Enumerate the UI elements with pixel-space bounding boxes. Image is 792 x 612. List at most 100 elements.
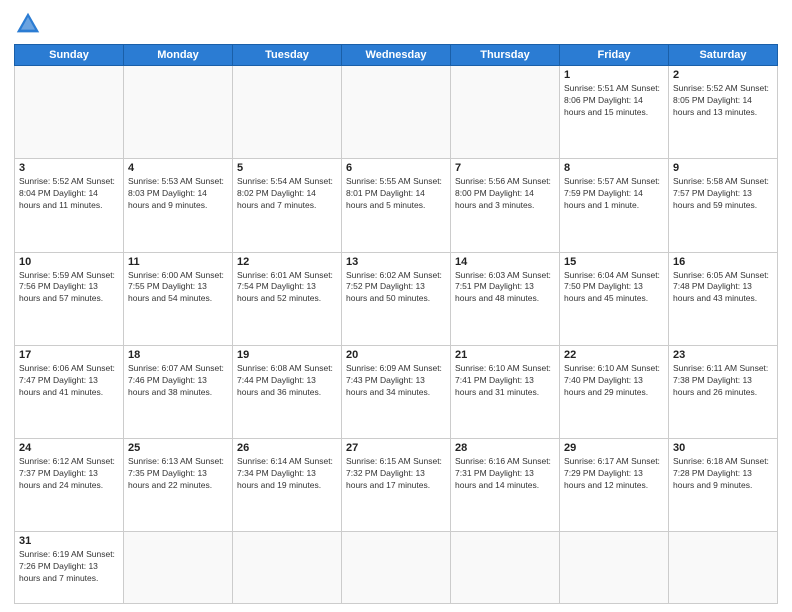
weekday-header-thursday: Thursday xyxy=(451,45,560,66)
calendar-cell: 6Sunrise: 5:55 AM Sunset: 8:01 PM Daylig… xyxy=(342,159,451,252)
calendar-week-row: 1Sunrise: 5:51 AM Sunset: 8:06 PM Daylig… xyxy=(15,66,778,159)
day-info: Sunrise: 6:10 AM Sunset: 7:40 PM Dayligh… xyxy=(564,363,664,399)
calendar-cell: 31 Sunrise: 6:19 AM Sunset: 7:26 PM Dayli… xyxy=(15,532,124,604)
day-info: Sunrise: 6:16 AM Sunset: 7:31 PM Dayligh… xyxy=(455,456,555,492)
calendar-cell: 15Sunrise: 6:04 AM Sunset: 7:50 PM Dayli… xyxy=(560,252,669,345)
calendar-cell: 25 Sunrise: 6:13 AM Sunset: 7:35 PM Dayli… xyxy=(124,439,233,532)
calendar-cell: 1Sunrise: 5:51 AM Sunset: 8:06 PM Daylig… xyxy=(560,66,669,159)
day-number: 21 xyxy=(455,349,555,361)
day-number: 16 xyxy=(673,256,773,268)
day-info: Sunrise: 5:52 AM Sunset: 8:05 PM Dayligh… xyxy=(673,83,773,119)
day-info: Sunrise: 6:14 AM Sunset: 7:34 PM Dayligh… xyxy=(237,456,337,492)
top-section xyxy=(14,10,778,38)
calendar-cell xyxy=(451,66,560,159)
calendar-cell: 13Sunrise: 6:02 AM Sunset: 7:52 PM Dayli… xyxy=(342,252,451,345)
weekday-header-row: SundayMondayTuesdayWednesdayThursdayFrid… xyxy=(15,45,778,66)
day-info: Sunrise: 6:10 AM Sunset: 7:41 PM Dayligh… xyxy=(455,363,555,399)
day-info: Sunrise: 6:15 AM Sunset: 7:32 PM Dayligh… xyxy=(346,456,446,492)
calendar-week-row: 24 Sunrise: 6:12 AM Sunset: 7:37 PM Dayli… xyxy=(15,439,778,532)
day-number: 25 xyxy=(128,442,228,454)
day-number: 2 xyxy=(673,69,773,81)
logo-icon xyxy=(14,10,42,38)
day-number: 6 xyxy=(346,162,446,174)
calendar-cell: 14 Sunrise: 6:03 AM Sunset: 7:51 PM Dayli… xyxy=(451,252,560,345)
day-info: Sunrise: 6:12 AM Sunset: 7:37 PM Dayligh… xyxy=(19,456,119,492)
calendar-week-row: 3Sunrise: 5:52 AM Sunset: 8:04 PM Daylig… xyxy=(15,159,778,252)
day-info: Sunrise: 6:02 AM Sunset: 7:52 PM Dayligh… xyxy=(346,270,446,306)
calendar-cell xyxy=(233,66,342,159)
day-info: Sunrise: 6:03 AM Sunset: 7:51 PM Dayligh… xyxy=(455,270,555,306)
day-info: Sunrise: 5:58 AM Sunset: 7:57 PM Dayligh… xyxy=(673,176,773,212)
calendar-cell xyxy=(15,66,124,159)
day-number: 20 xyxy=(346,349,446,361)
calendar-cell xyxy=(342,66,451,159)
calendar-cell: 28 Sunrise: 6:16 AM Sunset: 7:31 PM Dayli… xyxy=(451,439,560,532)
calendar-cell: 12 Sunrise: 6:01 AM Sunset: 7:54 PM Dayli… xyxy=(233,252,342,345)
weekday-header-wednesday: Wednesday xyxy=(342,45,451,66)
day-info: Sunrise: 6:19 AM Sunset: 7:26 PM Dayligh… xyxy=(19,549,119,585)
calendar-week-row: 17Sunrise: 6:06 AM Sunset: 7:47 PM Dayli… xyxy=(15,345,778,438)
day-info: Sunrise: 6:17 AM Sunset: 7:29 PM Dayligh… xyxy=(564,456,664,492)
day-number: 5 xyxy=(237,162,337,174)
day-info: Sunrise: 5:59 AM Sunset: 7:56 PM Dayligh… xyxy=(19,270,119,306)
day-number: 11 xyxy=(128,256,228,268)
day-number: 10 xyxy=(19,256,119,268)
calendar-cell: 4 Sunrise: 5:53 AM Sunset: 8:03 PM Daylig… xyxy=(124,159,233,252)
day-number: 7 xyxy=(455,162,555,174)
calendar-cell: 10 Sunrise: 5:59 AM Sunset: 7:56 PM Dayli… xyxy=(15,252,124,345)
day-info: Sunrise: 6:08 AM Sunset: 7:44 PM Dayligh… xyxy=(237,363,337,399)
calendar-cell: 23Sunrise: 6:11 AM Sunset: 7:38 PM Dayli… xyxy=(669,345,778,438)
weekday-header-saturday: Saturday xyxy=(669,45,778,66)
day-info: Sunrise: 6:07 AM Sunset: 7:46 PM Dayligh… xyxy=(128,363,228,399)
calendar-cell: 7Sunrise: 5:56 AM Sunset: 8:00 PM Daylig… xyxy=(451,159,560,252)
logo xyxy=(14,10,46,38)
calendar-cell xyxy=(669,532,778,604)
day-number: 12 xyxy=(237,256,337,268)
day-number: 22 xyxy=(564,349,664,361)
day-number: 28 xyxy=(455,442,555,454)
day-number: 4 xyxy=(128,162,228,174)
calendar-cell: 20Sunrise: 6:09 AM Sunset: 7:43 PM Dayli… xyxy=(342,345,451,438)
calendar-cell: 19Sunrise: 6:08 AM Sunset: 7:44 PM Dayli… xyxy=(233,345,342,438)
day-number: 30 xyxy=(673,442,773,454)
day-number: 29 xyxy=(564,442,664,454)
calendar-cell: 3Sunrise: 5:52 AM Sunset: 8:04 PM Daylig… xyxy=(15,159,124,252)
day-info: Sunrise: 6:01 AM Sunset: 7:54 PM Dayligh… xyxy=(237,270,337,306)
weekday-header-tuesday: Tuesday xyxy=(233,45,342,66)
calendar-cell: 26 Sunrise: 6:14 AM Sunset: 7:34 PM Dayli… xyxy=(233,439,342,532)
day-number: 26 xyxy=(237,442,337,454)
day-number: 8 xyxy=(564,162,664,174)
day-info: Sunrise: 5:54 AM Sunset: 8:02 PM Dayligh… xyxy=(237,176,337,212)
calendar-cell: 16Sunrise: 6:05 AM Sunset: 7:48 PM Dayli… xyxy=(669,252,778,345)
calendar-cell: 11Sunrise: 6:00 AM Sunset: 7:55 PM Dayli… xyxy=(124,252,233,345)
calendar-cell xyxy=(124,66,233,159)
day-number: 9 xyxy=(673,162,773,174)
day-number: 1 xyxy=(564,69,664,81)
calendar-cell: 24 Sunrise: 6:12 AM Sunset: 7:37 PM Dayli… xyxy=(15,439,124,532)
calendar-cell: 30 Sunrise: 6:18 AM Sunset: 7:28 PM Dayli… xyxy=(669,439,778,532)
day-number: 24 xyxy=(19,442,119,454)
calendar-week-row: 31 Sunrise: 6:19 AM Sunset: 7:26 PM Dayli… xyxy=(15,532,778,604)
calendar-week-row: 10 Sunrise: 5:59 AM Sunset: 7:56 PM Dayli… xyxy=(15,252,778,345)
calendar-cell xyxy=(451,532,560,604)
calendar-cell xyxy=(124,532,233,604)
page: SundayMondayTuesdayWednesdayThursdayFrid… xyxy=(0,0,792,612)
day-info: Sunrise: 6:18 AM Sunset: 7:28 PM Dayligh… xyxy=(673,456,773,492)
day-info: Sunrise: 6:13 AM Sunset: 7:35 PM Dayligh… xyxy=(128,456,228,492)
calendar-cell: 27Sunrise: 6:15 AM Sunset: 7:32 PM Dayli… xyxy=(342,439,451,532)
day-info: Sunrise: 5:53 AM Sunset: 8:03 PM Dayligh… xyxy=(128,176,228,212)
day-number: 14 xyxy=(455,256,555,268)
calendar-cell: 2 Sunrise: 5:52 AM Sunset: 8:05 PM Daylig… xyxy=(669,66,778,159)
calendar-cell: 5 Sunrise: 5:54 AM Sunset: 8:02 PM Daylig… xyxy=(233,159,342,252)
calendar-cell xyxy=(233,532,342,604)
day-info: Sunrise: 5:52 AM Sunset: 8:04 PM Dayligh… xyxy=(19,176,119,212)
weekday-header-monday: Monday xyxy=(124,45,233,66)
day-number: 15 xyxy=(564,256,664,268)
day-number: 31 xyxy=(19,535,119,547)
calendar-cell: 17Sunrise: 6:06 AM Sunset: 7:47 PM Dayli… xyxy=(15,345,124,438)
calendar-cell: 9 Sunrise: 5:58 AM Sunset: 7:57 PM Daylig… xyxy=(669,159,778,252)
calendar-cell xyxy=(560,532,669,604)
calendar-cell: 29 Sunrise: 6:17 AM Sunset: 7:29 PM Dayli… xyxy=(560,439,669,532)
day-number: 18 xyxy=(128,349,228,361)
calendar-cell: 21 Sunrise: 6:10 AM Sunset: 7:41 PM Dayli… xyxy=(451,345,560,438)
